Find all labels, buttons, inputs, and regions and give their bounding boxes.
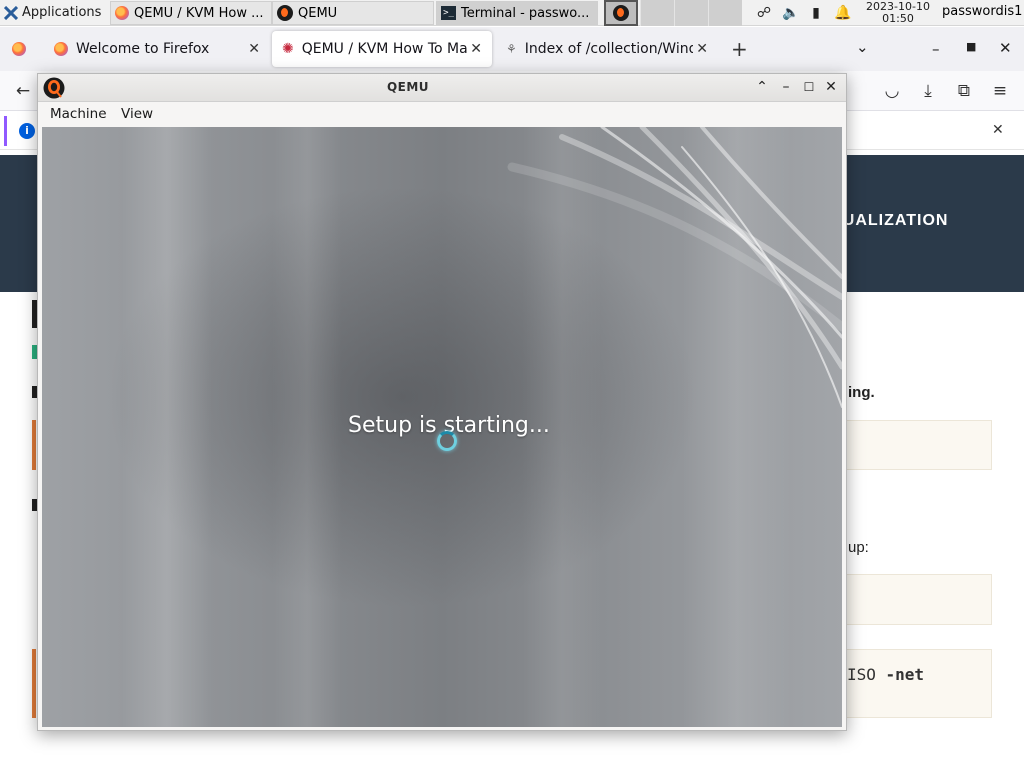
maximize-icon[interactable]: ☐ bbox=[800, 78, 818, 96]
notification-accent bbox=[4, 116, 7, 146]
maximize-icon[interactable]: ■ bbox=[966, 40, 976, 53]
user-name[interactable]: passwordis1 bbox=[942, 4, 1022, 19]
downloads-icon[interactable]: ⤓ bbox=[918, 81, 938, 101]
site-nav-item[interactable]: TUALIZATION bbox=[832, 212, 948, 230]
clock[interactable]: 2023-10-10 01:50 bbox=[862, 1, 934, 25]
xfce-icon bbox=[4, 5, 18, 20]
code-fragment: ISO bbox=[847, 665, 886, 684]
qemu-icon bbox=[277, 5, 293, 21]
tab-welcome[interactable]: Welcome to Firefox ✕ bbox=[44, 31, 270, 67]
workspace-3[interactable] bbox=[674, 0, 708, 26]
workspace-2[interactable] bbox=[640, 0, 674, 26]
qemu-window[interactable]: QEMU ⌃ – ☐ ✕ Machine View Setup is start… bbox=[37, 73, 847, 731]
workspace-1[interactable] bbox=[604, 0, 638, 26]
qemu-icon bbox=[613, 5, 629, 21]
code-flag: -net bbox=[885, 665, 925, 684]
site-icon: ✺ bbox=[282, 41, 294, 57]
firefox-icon bbox=[115, 6, 129, 20]
task-firefox[interactable]: QEMU / KVM How ... bbox=[110, 1, 272, 25]
terminal-icon: >_ bbox=[441, 6, 456, 20]
shade-icon[interactable]: ⌃ bbox=[753, 78, 771, 96]
close-icon[interactable]: ✕ bbox=[822, 78, 840, 96]
firefox-tab-strip: Welcome to Firefox ✕ ✺ QEMU / KVM How To… bbox=[0, 27, 1024, 71]
task-label: QEMU bbox=[298, 5, 338, 21]
loading-spinner-icon bbox=[437, 431, 457, 451]
back-icon[interactable]: ← bbox=[13, 81, 33, 101]
close-icon[interactable]: ✕ bbox=[470, 41, 482, 57]
menu-view[interactable]: View bbox=[121, 106, 153, 122]
qemu-titlebar[interactable]: QEMU ⌃ – ☐ ✕ bbox=[38, 74, 846, 102]
code-text: ISO -net bbox=[847, 665, 924, 684]
code-block bbox=[846, 574, 992, 625]
new-tab-button[interactable]: + bbox=[731, 37, 748, 61]
task-qemu[interactable]: QEMU bbox=[272, 1, 434, 25]
tab-label: QEMU / KVM How To Man bbox=[301, 41, 468, 57]
page-text-fragment: ing. bbox=[848, 384, 875, 401]
tab-qemu-kvm[interactable]: ✺ QEMU / KVM How To Man ✕ bbox=[272, 31, 492, 67]
network-icon[interactable]: ☍ bbox=[756, 5, 772, 21]
close-window-icon[interactable]: ✕ bbox=[999, 39, 1012, 57]
vm-display[interactable]: Setup is starting... bbox=[42, 127, 842, 727]
callout-bar bbox=[32, 649, 36, 718]
info-icon: i bbox=[19, 123, 35, 139]
volume-icon[interactable]: 🔈 bbox=[782, 5, 799, 21]
menu-machine[interactable]: Machine bbox=[50, 106, 107, 122]
qemu-menubar: Machine View bbox=[38, 102, 846, 126]
bell-icon[interactable]: 🔔 bbox=[834, 5, 851, 21]
task-terminal[interactable]: >_ Terminal - passwo... bbox=[436, 1, 598, 25]
applications-menu[interactable]: Applications bbox=[0, 0, 105, 26]
minimize-icon[interactable]: – bbox=[932, 40, 940, 58]
callout-bar bbox=[32, 420, 36, 470]
page-text-fragment: up: bbox=[848, 539, 869, 556]
firefox-icon bbox=[54, 42, 68, 56]
tab-index[interactable]: ⚘ Index of /collection/Wind ✕ bbox=[496, 31, 718, 67]
notification-close-icon[interactable]: ✕ bbox=[992, 122, 1004, 138]
page-icon: ⚘ bbox=[506, 42, 517, 56]
extensions-icon[interactable]: ⧉ bbox=[954, 81, 974, 101]
applications-label: Applications bbox=[22, 5, 102, 20]
minimize-icon[interactable]: – bbox=[777, 78, 795, 96]
battery-icon[interactable]: ▮ bbox=[808, 5, 824, 21]
tab-label: Welcome to Firefox bbox=[76, 41, 210, 57]
tab-label: Index of /collection/Wind bbox=[524, 41, 693, 57]
task-label: QEMU / KVM How ... bbox=[134, 5, 264, 21]
qemu-window-title: QEMU bbox=[386, 80, 430, 94]
code-block bbox=[846, 420, 992, 470]
firefox-view-icon[interactable] bbox=[12, 42, 26, 56]
menu-icon[interactable]: ≡ bbox=[990, 81, 1010, 101]
clock-time: 01:50 bbox=[882, 12, 914, 25]
close-icon[interactable]: ✕ bbox=[696, 41, 708, 57]
task-label: Terminal - passwo... bbox=[461, 5, 590, 21]
close-icon[interactable]: ✕ bbox=[248, 41, 260, 57]
pocket-icon[interactable]: ◡ bbox=[882, 81, 902, 101]
list-tabs-icon[interactable]: ⌄ bbox=[856, 38, 869, 56]
workspace-4[interactable] bbox=[708, 0, 742, 26]
